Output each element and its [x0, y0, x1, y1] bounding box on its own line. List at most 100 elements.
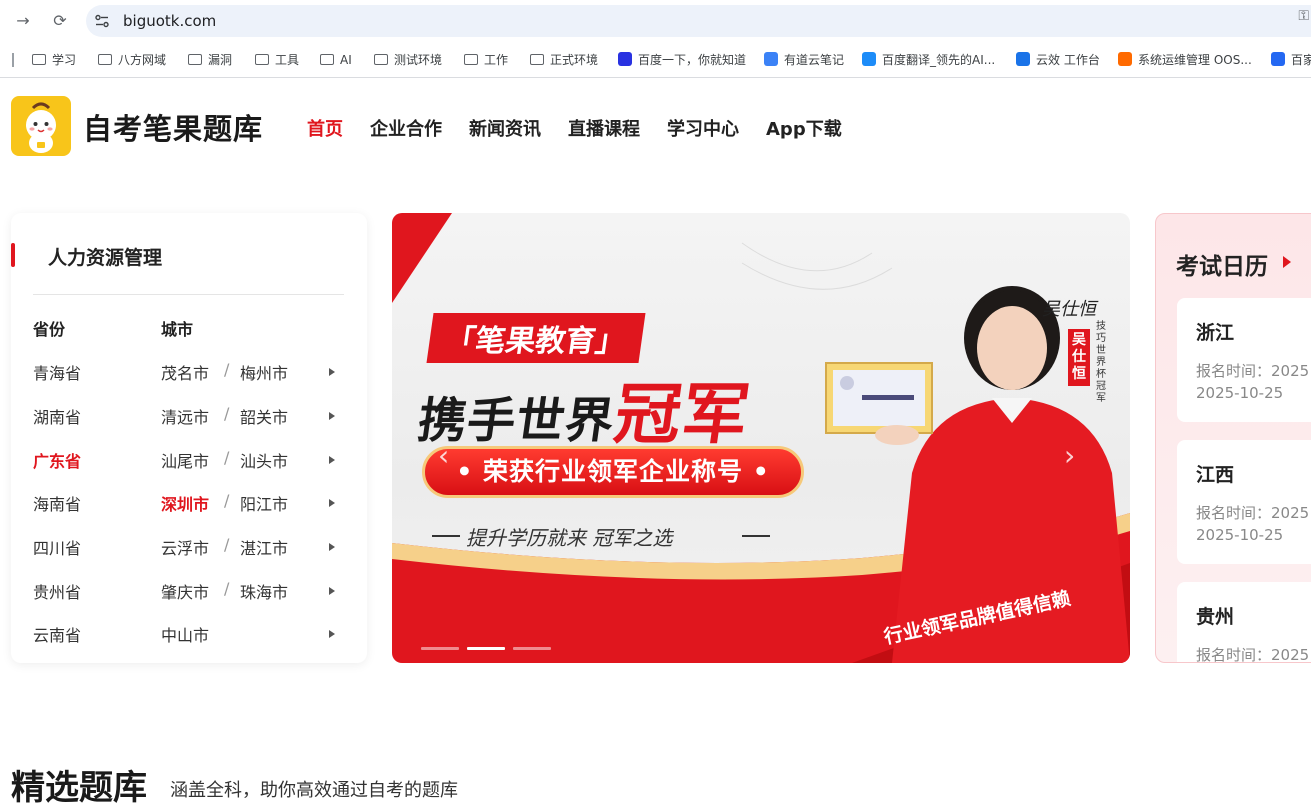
category-title[interactable]: 人力资源管理	[48, 243, 162, 270]
bookmark-item[interactable]: 八方网域	[98, 51, 166, 69]
province-item[interactable]: 云南省	[33, 622, 81, 646]
city-item[interactable]: 茂名市	[161, 360, 209, 384]
city-separator: /	[224, 360, 230, 379]
nav-item[interactable]: 直播课程	[568, 115, 640, 141]
bookmark-label: 百度翻译_领先的AI...	[882, 53, 996, 67]
password-key-icon[interactable]: ⚿	[1298, 8, 1309, 24]
section-title: 精选题库	[11, 768, 147, 805]
site-favicon-icon	[764, 52, 778, 66]
site-favicon-icon	[1016, 52, 1030, 66]
bookmark-item[interactable]: 百度翻译_领先的AI...	[862, 51, 995, 69]
bookmark-item[interactable]: AI	[320, 51, 352, 69]
province-item[interactable]: 贵州省	[33, 579, 81, 603]
city-item[interactable]: 汕头市	[240, 448, 288, 472]
bookmark-item[interactable]: 漏洞	[188, 51, 232, 69]
bookmark-item[interactable]: 学习	[32, 51, 76, 69]
bookmark-label: 漏洞	[208, 53, 233, 67]
caret-right-icon[interactable]	[329, 543, 335, 551]
banner-tag: 「笔果教育」	[426, 313, 646, 363]
city-item[interactable]: 阳江市	[240, 491, 288, 515]
folder-icon	[374, 54, 388, 65]
bookmark-label: 工具	[275, 53, 300, 67]
bookmark-item[interactable]: 百家	[1271, 51, 1311, 69]
city-separator: /	[224, 579, 230, 598]
folder-icon	[188, 54, 202, 65]
site-info-icon[interactable]	[94, 13, 110, 29]
calendar-province: 浙江	[1196, 322, 1235, 344]
caret-right-icon[interactable]	[329, 630, 335, 638]
city-item[interactable]: 韶关市	[240, 404, 288, 428]
province-item[interactable]: 海南省	[33, 491, 81, 515]
banner-prev-icon[interactable]: ‹	[438, 439, 449, 472]
banner-headline: 携手世界冠军	[413, 361, 757, 457]
city-item[interactable]: 深圳市	[161, 491, 209, 515]
bookmark-item[interactable]: 工作	[464, 51, 508, 69]
city-item[interactable]: 清远市	[161, 404, 209, 428]
city-item[interactable]: 中山市	[161, 622, 209, 646]
calendar-card[interactable]: 江西 报名时间：2025 2025-10-25	[1177, 440, 1311, 564]
province-item[interactable]: 广东省	[33, 448, 81, 472]
exam-calendar-title[interactable]: 考试日历	[1176, 247, 1268, 281]
banner-dot[interactable]	[467, 647, 505, 650]
caret-right-icon[interactable]	[329, 587, 335, 595]
banner-headline-b: 冠军	[609, 376, 755, 453]
calendar-card[interactable]: 贵州 报名时间：2025	[1177, 582, 1311, 662]
calendar-card[interactable]: 浙江 报名时间：2025 2025-10-25	[1177, 298, 1311, 422]
calendar-registration-time: 报名时间：2025	[1196, 504, 1310, 522]
bookmark-label: 八方网域	[118, 53, 167, 67]
banner-name-subtitle: 技巧世界杯冠军	[1096, 321, 1106, 404]
site-logo[interactable]	[11, 96, 71, 156]
banner-award-pill: • 荣获行业领军企业称号 •	[422, 446, 804, 498]
bookmark-label: 系统运维管理 OOS...	[1138, 53, 1252, 67]
bookmark-item[interactable]: 百度一下，你就知道	[618, 51, 746, 69]
city-item[interactable]: 汕尾市	[161, 448, 209, 472]
url-text[interactable]: biguotk.com	[123, 12, 216, 30]
banner-next-icon[interactable]: ›	[1064, 439, 1075, 472]
bookmark-label: 有道云笔记	[784, 53, 845, 67]
hero-banner[interactable]: 吴仕恒 吴仕恒 技巧世界杯冠军 「笔果教育」 携手世界冠军 • 荣获行业领军企业…	[392, 213, 1130, 663]
city-separator: /	[224, 404, 230, 423]
city-item[interactable]: 梅州市	[240, 360, 288, 384]
city-item[interactable]: 珠海市	[240, 579, 288, 603]
nav-item[interactable]: App下载	[766, 115, 842, 141]
bookmark-label: 学习	[52, 53, 77, 67]
calendar-province: 贵州	[1196, 606, 1235, 628]
site-favicon-icon	[1271, 52, 1285, 66]
bookmark-label: 正式环境	[550, 53, 599, 67]
nav-item[interactable]: 企业合作	[370, 115, 442, 141]
nav-item[interactable]: 新闻资讯	[469, 115, 541, 141]
caret-right-icon[interactable]	[329, 412, 335, 420]
province-item[interactable]: 湖南省	[33, 404, 81, 428]
site-title[interactable]: 自考笔果题库	[83, 106, 263, 148]
city-item[interactable]: 肇庆市	[161, 579, 209, 603]
folder-icon	[32, 54, 46, 65]
nav-item[interactable]: 学习中心	[667, 115, 739, 141]
bookmark-item[interactable]: 云效 工作台	[1016, 51, 1100, 69]
bookmark-label: 测试环境	[394, 53, 443, 67]
bookmark-item[interactable]: 测试环境	[374, 51, 442, 69]
nav-item[interactable]: 首页	[307, 115, 343, 141]
calendar-arrow-icon[interactable]	[1283, 256, 1291, 268]
province-item[interactable]: 四川省	[33, 535, 81, 559]
reload-icon[interactable]: ⟳	[50, 11, 70, 31]
bookmark-label: 百家	[1291, 53, 1311, 67]
caret-right-icon[interactable]	[329, 456, 335, 464]
province-item[interactable]: 青海省	[33, 360, 81, 384]
bookmark-item[interactable]: 有道云笔记	[764, 51, 844, 69]
bookmark-item[interactable]: 正式环境	[530, 51, 598, 69]
caret-right-icon[interactable]	[329, 499, 335, 507]
bookmark-label: AI	[340, 53, 352, 67]
city-item[interactable]: 湛江市	[240, 535, 288, 559]
banner-dot[interactable]	[421, 647, 459, 650]
bookmark-item[interactable]: 工具	[255, 51, 299, 69]
site-favicon-icon	[618, 52, 632, 66]
banner-dot[interactable]	[513, 647, 551, 650]
banner-subtitle: 提升学历就来 冠军之选	[466, 526, 673, 550]
caret-right-icon[interactable]	[329, 368, 335, 376]
bookmark-item[interactable]: 系统运维管理 OOS...	[1118, 51, 1252, 69]
city-item[interactable]: 云浮市	[161, 535, 209, 559]
bookmark-label: 云效 工作台	[1036, 53, 1100, 67]
address-bar[interactable]: biguotk.com	[86, 5, 1311, 37]
forward-icon[interactable]: →	[13, 11, 33, 31]
province-header: 省份	[33, 320, 66, 339]
